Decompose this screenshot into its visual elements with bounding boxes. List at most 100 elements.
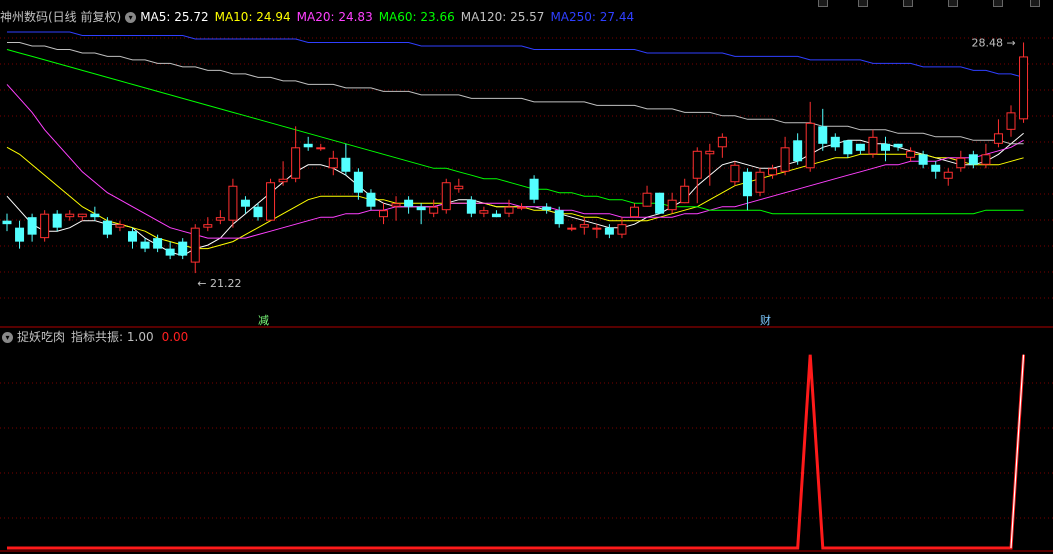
candle-body-up: [429, 206, 439, 214]
candle-body-down: [27, 217, 37, 235]
ma-line-ma60: [6, 49, 1024, 215]
candle-body-up: [328, 157, 338, 169]
candle-body-up: [906, 150, 916, 158]
indicator-header: ▾ 捉妖吃肉 指标共振: 1.00 0.00: [0, 329, 194, 345]
candle-body-down: [818, 126, 828, 144]
candle-body-up: [768, 168, 778, 176]
candle-body-down: [52, 213, 62, 228]
candle-body-down: [918, 154, 928, 165]
candle-body-down: [253, 206, 263, 218]
candle-body-up: [517, 206, 527, 209]
chevron-down-icon[interactable]: ▾: [125, 12, 137, 23]
candle-body-down: [416, 206, 426, 211]
candle-body-down: [153, 238, 163, 249]
candle-body-down: [793, 140, 803, 162]
candle-body-up: [1019, 56, 1029, 120]
main-chart-header: 神州数码(日线 前复权) ▾ MA5: 25.72 MA10: 24.94 MA20: …: [0, 9, 640, 25]
indicator-title[interactable]: 捉妖吃肉: [17, 330, 65, 344]
candle-body-up: [40, 213, 50, 239]
candle-body-down: [178, 241, 188, 256]
candle-body-up: [441, 182, 451, 211]
ma20-label: MA20: 24.83: [296, 10, 373, 24]
candle-body-up: [454, 185, 464, 190]
candle-body-down: [529, 178, 539, 200]
indicator-label: 指标共振: 1.00: [71, 330, 154, 344]
candle-body-down: [931, 164, 941, 172]
candle-body-down: [90, 213, 100, 218]
candle-body-down: [968, 154, 978, 165]
ma5-label: MA5: 25.72: [140, 10, 209, 24]
candle-body-down: [491, 213, 501, 218]
candle-body-down: [881, 143, 890, 151]
candle-body-up: [291, 147, 301, 179]
ma-line-ma120: [7, 42, 1024, 145]
candle-body-up: [379, 210, 388, 218]
candle-body-up: [504, 206, 514, 214]
candle-body-down: [240, 199, 250, 207]
candle-body-down: [366, 192, 376, 207]
ma-line-ma20: [6, 84, 1024, 239]
candle-body-down: [303, 143, 313, 148]
candle-body-down: [404, 199, 414, 207]
candlestick-chart[interactable]: 28.48 → ← 21.22 减 财: [0, 0, 1053, 554]
candle-body-up: [215, 217, 225, 221]
candle-body-down: [341, 157, 351, 172]
ma-line-ma10: [6, 146, 1024, 250]
candle-body-up: [730, 164, 740, 183]
candle-body-up: [228, 185, 238, 221]
candle-body-up: [680, 185, 690, 204]
ma10-label: MA10: 24.94: [214, 10, 291, 24]
candle-body-up: [717, 136, 727, 148]
event-marker: 财: [760, 313, 771, 327]
candle-body-up: [993, 133, 1003, 144]
candle-body-down: [140, 241, 150, 249]
candle-body-up: [667, 199, 677, 211]
candle-body-up: [190, 227, 200, 263]
candle-body-down: [165, 248, 175, 256]
indicator-last-segment: [1010, 354, 1025, 549]
candle-body-up: [692, 150, 702, 179]
ma250-label: MA250: 27.44: [550, 10, 635, 24]
candle-body-up: [630, 206, 639, 218]
candle-body-up: [755, 171, 765, 193]
chevron-down-icon[interactable]: ▾: [2, 332, 13, 343]
candle-body-up: [805, 122, 815, 169]
candle-body-up: [1006, 112, 1016, 130]
candle-body-down: [128, 231, 137, 242]
candle-body-up: [266, 182, 276, 221]
candle-body-up: [943, 171, 953, 179]
candle-body-up: [956, 157, 966, 169]
candle-body-up: [115, 224, 125, 228]
candle-body-down: [353, 171, 363, 193]
candle-body-down: [843, 140, 853, 155]
candle-body-down: [655, 192, 665, 214]
candle-body-up: [65, 213, 75, 218]
candle-body-down: [554, 210, 564, 225]
candle-body-down: [15, 227, 25, 242]
indicator-line: [7, 354, 1026, 550]
candle-body-up: [642, 192, 652, 207]
candle-body-up: [567, 227, 577, 230]
indicator-value: 0.00: [161, 330, 189, 344]
stock-title[interactable]: 神州数码(日线 前复权): [0, 10, 121, 24]
candle-body-up: [278, 178, 288, 183]
ma120-label: MA120: 25.57: [460, 10, 545, 24]
candle-body-down: [893, 143, 903, 148]
candle-body-up: [391, 203, 401, 207]
candle-body-up: [579, 224, 589, 228]
candle-body-down: [604, 227, 614, 235]
high-price-label: 28.48 →: [972, 36, 1016, 49]
candle-body-down: [2, 220, 12, 225]
candle-body-up: [617, 224, 627, 235]
candle-body-up: [77, 213, 87, 218]
candle-body-up: [479, 210, 489, 214]
candle-body-up: [203, 224, 213, 228]
candle-body-up: [868, 136, 878, 155]
candle-body-down: [855, 143, 865, 151]
candle-body-down: [466, 199, 476, 214]
ma60-label: MA60: 23.66: [378, 10, 455, 24]
candle-body-up: [316, 147, 326, 150]
low-price-label: ← 21.22: [197, 277, 241, 290]
candle-body-down: [542, 206, 552, 211]
candle-body-up: [705, 150, 715, 155]
